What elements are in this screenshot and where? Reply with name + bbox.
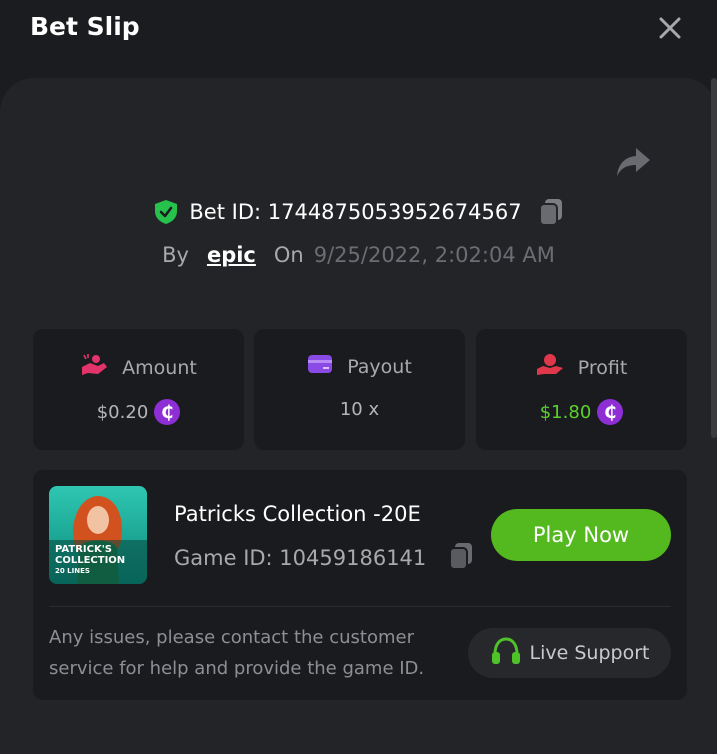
live-support-button[interactable]: Live Support [468, 628, 671, 678]
thumb-line-3: 20 LINES [55, 567, 90, 575]
bet-meta-row: By epic On 9/25/2022, 2:02:04 AM [0, 239, 717, 271]
profit-card: Profit $1.80 ₵ [476, 329, 687, 450]
game-name: Patricks Collection -20E [174, 502, 421, 526]
support-message: Any issues, please contact the customer … [49, 622, 469, 684]
coin-icon: ₵ [154, 399, 181, 425]
copy-icon[interactable] [538, 198, 564, 226]
amount-card: Amount $0.20 ₵ [33, 329, 244, 450]
thumbnail-caption: PATRICK'S COLLECTION 20 LINES [55, 544, 125, 577]
thumb-line-1: PATRICK'S [55, 544, 112, 555]
coin-hand-icon [80, 353, 108, 382]
support-message-line-2: service for help and provide the game ID… [49, 658, 425, 679]
live-support-label: Live Support [529, 642, 650, 664]
modal-title: Bet Slip [30, 12, 140, 41]
by-label: By [162, 243, 189, 267]
divider [49, 606, 671, 607]
game-id: Game ID: 10459186141 [174, 546, 427, 570]
bet-date: 9/25/2022, 2:02:04 AM [313, 243, 555, 267]
thumb-line-2: COLLECTION [55, 555, 126, 566]
card-icon [307, 353, 333, 380]
on-label: On [273, 243, 304, 267]
amount-value: $0.20 [96, 401, 149, 423]
support-message-line-1: Any issues, please contact the customer [49, 627, 414, 648]
username-link[interactable]: epic [207, 243, 256, 267]
payout-card: Payout 10 x [254, 329, 465, 450]
coin-icon: ₵ [597, 399, 624, 425]
payout-value: 10 x [339, 399, 380, 420]
bet-slip-modal: Bet Slip Bet ID: 1744875053952674567 By … [0, 0, 717, 754]
shield-check-icon [153, 199, 179, 225]
game-thumbnail[interactable]: PATRICK'S COLLECTION 20 LINES [49, 486, 147, 584]
copy-icon[interactable] [448, 542, 474, 574]
bet-id: Bet ID: 1744875053952674567 [189, 200, 522, 224]
game-card: PATRICK'S COLLECTION 20 LINES Patricks C… [33, 470, 687, 700]
game-id-row: Game ID: 10459186141 [174, 542, 474, 574]
profit-value: $1.80 [539, 401, 592, 423]
modal-header: Bet Slip [0, 0, 717, 58]
profit-label: Profit [577, 356, 628, 379]
bet-id-row: Bet ID: 1744875053952674567 [0, 196, 717, 228]
payout-label: Payout [347, 355, 412, 378]
share-icon[interactable] [614, 146, 652, 178]
close-icon[interactable] [656, 14, 684, 42]
amount-label: Amount [122, 356, 197, 379]
play-now-button[interactable]: Play Now [491, 509, 671, 561]
hand-coin-icon [536, 353, 564, 382]
headset-icon [490, 636, 522, 671]
